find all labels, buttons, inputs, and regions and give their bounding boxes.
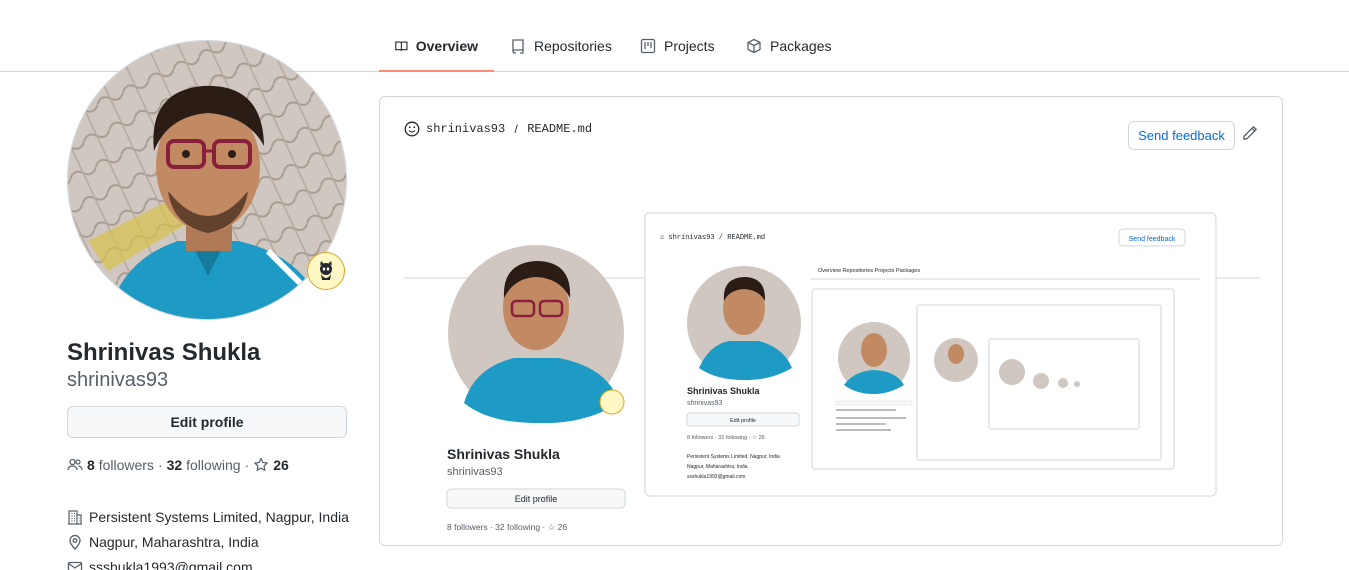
- tab-overview[interactable]: Overview: [379, 22, 494, 72]
- following-count: 32: [166, 457, 183, 473]
- company-text: Persistent Systems Limited, Nagpur, Indi…: [89, 508, 349, 525]
- pencil-icon[interactable]: [1242, 125, 1258, 141]
- book-icon: [395, 41, 408, 51]
- location-text: Nagpur, Maharashtra, India: [89, 533, 259, 550]
- mail-icon: [67, 561, 83, 570]
- followers-count: 8: [87, 457, 95, 473]
- svg-text:ssshukla1993@gmail.com: ssshukla1993@gmail.com: [687, 474, 745, 480]
- svg-text:8 followers · 32 following · ☆: 8 followers · 32 following · ☆ 26: [687, 434, 765, 441]
- avatar-photo: [68, 41, 346, 319]
- followers-label: followers: [98, 457, 154, 473]
- profile-name: Shrinivas Shukla: [67, 339, 261, 366]
- follow-stats: 8 followers · 32 following · 26: [67, 455, 289, 475]
- email-row[interactable]: ssshukla1993@gmail.com: [67, 554, 349, 570]
- tab-repositories[interactable]: Repositories: [494, 22, 628, 72]
- svg-text:Edit profile: Edit profile: [515, 494, 558, 504]
- tab-label: Overview: [415, 38, 478, 54]
- email-link[interactable]: ssshukla1993@gmail.com: [89, 559, 253, 570]
- tab-packages[interactable]: Packages: [730, 22, 847, 72]
- send-feedback-button[interactable]: Send feedback: [1128, 121, 1235, 150]
- svg-text:Persistent Systems Limited, Na: Persistent Systems Limited, Nagpur, Indi…: [687, 454, 780, 460]
- avatar-container[interactable]: [67, 40, 347, 320]
- avatar[interactable]: [67, 40, 347, 320]
- svg-text:Edit profile: Edit profile: [730, 418, 756, 424]
- company-row: Persistent Systems Limited, Nagpur, Indi…: [67, 504, 349, 529]
- tab-label: Packages: [770, 38, 832, 54]
- separator-dot: ·: [157, 457, 163, 473]
- svg-text:8 followers · 32 following · ☆: 8 followers · 32 following · ☆ 26: [447, 522, 567, 532]
- tab-label: Projects: [664, 38, 715, 54]
- readme-path-user[interactable]: shrinivas93: [426, 122, 505, 136]
- edit-profile-button[interactable]: Edit profile: [67, 406, 347, 438]
- location-row: Nagpur, Maharashtra, India: [67, 529, 349, 554]
- svg-text:Shrinivas Shukla: Shrinivas Shukla: [447, 446, 560, 462]
- separator-dot: ·: [244, 457, 250, 473]
- readme-image: ▯ Overview ▯ Repositories ▯ Projects ⬡ P…: [404, 173, 1260, 533]
- recursive-profile-screenshot: ▯ Overview ▯ Repositories ▯ Projects ⬡ P…: [404, 212, 1260, 532]
- status-emoji-badge[interactable]: [307, 252, 345, 290]
- location-icon: [69, 534, 81, 550]
- readme-card: shrinivas93 / README.md Send feedback ▯ …: [379, 96, 1283, 546]
- project-icon: [640, 38, 656, 54]
- octocat-icon: [320, 261, 332, 280]
- smiley-icon: [404, 121, 420, 137]
- svg-text:Overview Repositories Proj: Overview Repositories Projects Packages: [818, 268, 920, 274]
- svg-text:shrinivas93: shrinivas93: [447, 466, 503, 478]
- readme-path-file[interactable]: README.md: [527, 122, 592, 136]
- followers-link[interactable]: 8 followers: [87, 455, 154, 475]
- readme-path-separator: /: [511, 122, 522, 136]
- following-link[interactable]: 32 following: [167, 455, 241, 475]
- svg-text:shrinivas93: shrinivas93: [687, 400, 723, 407]
- following-label: following: [186, 457, 241, 473]
- profile-details: Persistent Systems Limited, Nagpur, Indi…: [67, 504, 349, 570]
- stars-link[interactable]: 26: [253, 455, 289, 475]
- svg-text:Nagpur, Maharashtra, India: Nagpur, Maharashtra, India: [687, 464, 748, 470]
- package-icon: [747, 38, 761, 54]
- star-icon: [254, 457, 269, 471]
- profile-login: shrinivas93: [67, 369, 169, 391]
- repo-icon: [512, 39, 524, 54]
- readme-path: shrinivas93 / README.md: [404, 121, 592, 137]
- tab-label: Repositories: [534, 38, 612, 54]
- svg-text:Shrinivas Shukla: Shrinivas Shukla: [687, 386, 761, 396]
- stars-count: 26: [273, 457, 289, 473]
- svg-text:Send feedback: Send feedback: [1129, 236, 1176, 243]
- organization-icon: [68, 509, 82, 525]
- tab-projects[interactable]: Projects: [624, 22, 731, 72]
- people-icon: [67, 458, 83, 471]
- svg-text:☺ shrinivas93 / README.md: ☺ shrinivas93 / README.md: [660, 234, 765, 242]
